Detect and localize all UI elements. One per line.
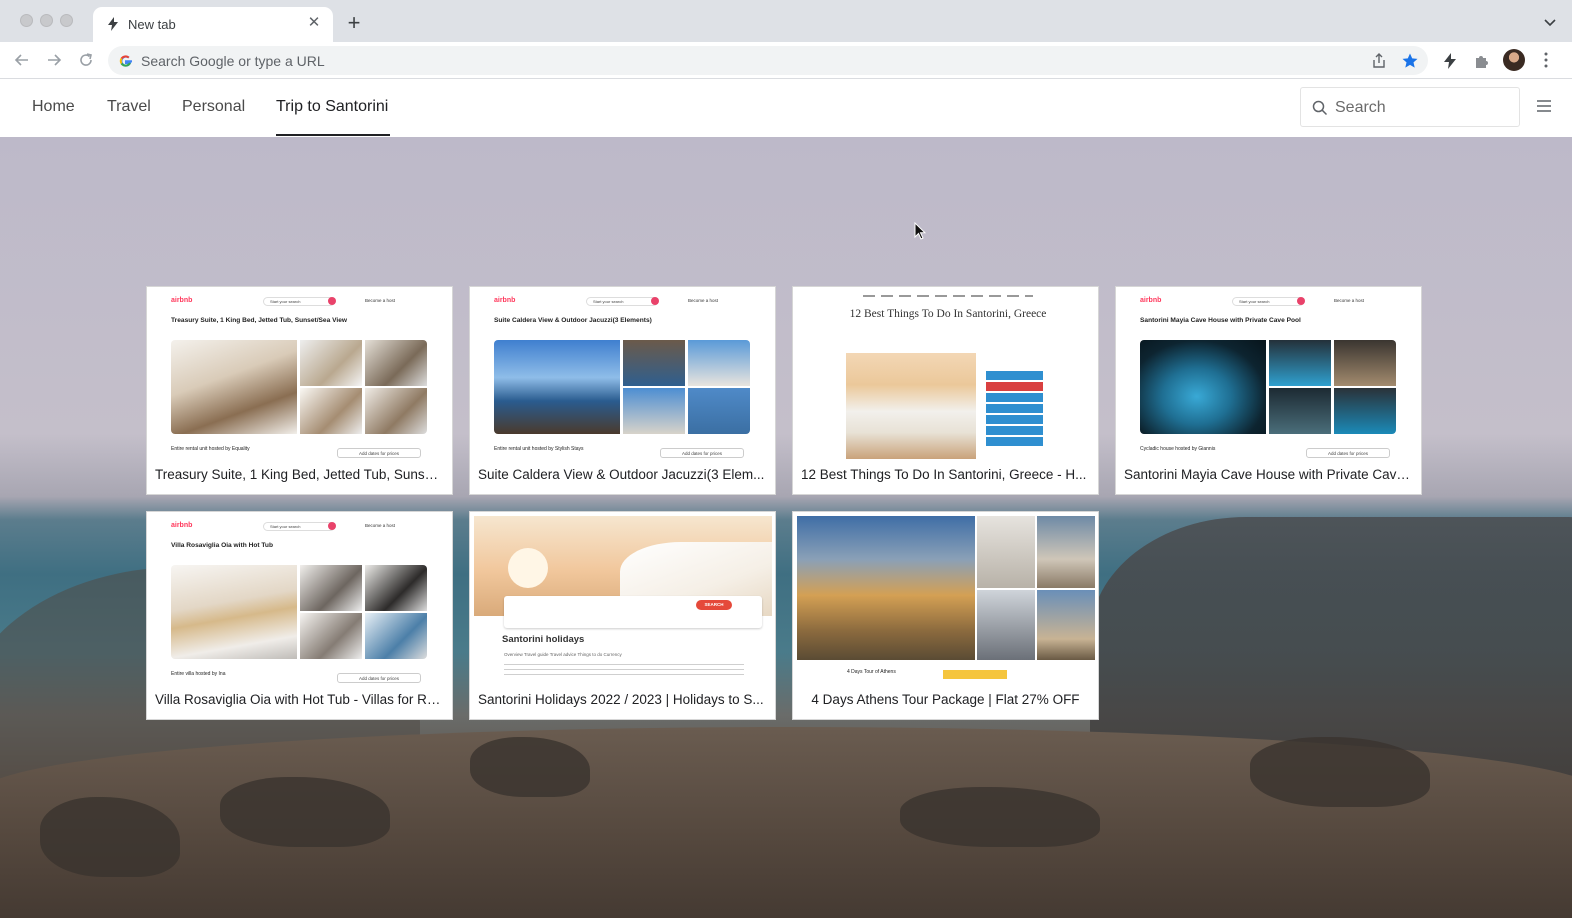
back-arrow-icon[interactable]	[12, 50, 32, 70]
bookmark-card[interactable]: SEARCH Santorini holidays Overview Trave…	[469, 511, 776, 720]
thumb-search: Start your search	[263, 297, 335, 306]
bolt-icon	[108, 17, 118, 31]
thumb-listing-title: Santorini Mayia Cave House with Private …	[1140, 317, 1301, 324]
thumb-search: Start your search	[263, 522, 335, 531]
search-icon	[1312, 100, 1328, 116]
thumb-logo: airbnb	[494, 297, 516, 304]
card-title: 4 Days Athens Tour Package | Flat 27% OF…	[811, 692, 1080, 707]
thumb-logo: airbnb	[171, 297, 193, 304]
page-thumbnail: airbnb Start your search Become a host V…	[147, 512, 452, 684]
thumb-search: Start your search	[1232, 297, 1304, 306]
card-title: 12 Best Things To Do In Santorini, Greec…	[801, 467, 1087, 482]
mouse-cursor-icon	[914, 222, 926, 240]
active-tab-underline	[276, 134, 390, 136]
reload-icon[interactable]	[76, 50, 96, 70]
thumb-price-button: Add dates for prices	[337, 673, 421, 683]
address-bar-placeholder: Search Google or type a URL	[141, 53, 325, 69]
forward-arrow-icon[interactable]	[44, 50, 64, 70]
bookmark-card[interactable]: 12 Best Things To Do In Santorini, Greec…	[792, 286, 1099, 495]
thumb-host-line: Cycladic house hosted by Giannis	[1140, 446, 1216, 452]
thumb-price-button: Add dates for prices	[337, 448, 421, 458]
thumb-tabs: Overview Travel guide Travel advice Thin…	[504, 652, 622, 657]
address-bar[interactable]: Search Google or type a URL	[108, 46, 1428, 75]
close-window-button[interactable]	[20, 14, 33, 27]
card-title: Santorini Mayia Cave House with Private …	[1124, 467, 1413, 482]
plus-icon[interactable]: +	[342, 12, 366, 36]
bolt-icon[interactable]	[1441, 52, 1459, 70]
thumb-host-link: Become a host	[365, 523, 396, 528]
thumb-logo: airbnb	[171, 522, 193, 529]
thumb-listing-title: Treasury Suite, 1 King Bed, Jetted Tub, …	[171, 317, 348, 324]
share-icon[interactable]	[1370, 52, 1388, 70]
bookmark-card[interactable]: airbnb Start your search Become a host S…	[1115, 286, 1422, 495]
bookmark-card[interactable]: airbnb Start your search Become a host S…	[469, 286, 776, 495]
card-title: Villa Rosaviglia Oia with Hot Tub - Vill…	[155, 692, 444, 707]
search-placeholder: Search	[1335, 99, 1386, 116]
tab-strip: New tab ✕ +	[0, 0, 1572, 42]
bookmark-card[interactable]: 4 Days Tour of Athens 4 Days Athens Tour…	[792, 511, 1099, 720]
card-title: Santorini Holidays 2022 / 2023 | Holiday…	[478, 692, 764, 707]
hamburger-icon[interactable]	[1536, 99, 1552, 113]
thumb-price-tag	[943, 670, 1007, 679]
zoom-window-button[interactable]	[60, 14, 73, 27]
chevron-down-icon[interactable]	[1542, 14, 1558, 30]
thumb-heading: 12 Best Things To Do In Santorini, Greec…	[849, 308, 1047, 320]
nav-link-home[interactable]: Home	[32, 98, 75, 116]
browser-toolbar: Search Google or type a URL	[0, 42, 1572, 79]
bookmark-card[interactable]: airbnb Start your search Become a host V…	[146, 511, 453, 720]
thumb-host-line: Entire rental unit hosted by Equality	[171, 446, 250, 452]
minimize-window-button[interactable]	[40, 14, 53, 27]
page-thumbnail: airbnb Start your search Become a host T…	[147, 287, 452, 459]
nav-link-personal[interactable]: Personal	[182, 98, 245, 116]
close-icon[interactable]: ✕	[305, 14, 323, 32]
thumb-listing-title: Suite Caldera View & Outdoor Jacuzzi(3 E…	[494, 317, 652, 324]
thumb-host-link: Become a host	[365, 298, 396, 303]
thumb-search-button: SEARCH	[696, 600, 732, 610]
extensions-icon[interactable]	[1473, 52, 1491, 70]
thumb-search: Start your search	[586, 297, 658, 306]
kebab-menu-icon[interactable]	[1538, 51, 1554, 69]
thumb-price-button: Add dates for prices	[660, 448, 744, 458]
thumb-listing-title: Villa Rosaviglia Oia with Hot Tub	[171, 542, 273, 549]
tab-title: New tab	[128, 17, 176, 32]
star-icon[interactable]	[1401, 52, 1419, 70]
page-thumbnail: airbnb Start your search Become a host S…	[1116, 287, 1421, 459]
page-thumbnail: 12 Best Things To Do In Santorini, Greec…	[793, 287, 1098, 459]
avatar[interactable]	[1503, 49, 1525, 71]
thumb-host-link: Become a host	[688, 298, 719, 303]
card-title: Treasury Suite, 1 King Bed, Jetted Tub, …	[155, 467, 444, 482]
thumb-host-link: Become a host	[1334, 298, 1365, 303]
thumb-host-line: Entire rental unit hosted by Stylish Sta…	[494, 446, 584, 452]
bookmark-card[interactable]: airbnb Start your search Become a host T…	[146, 286, 453, 495]
thumb-host-line: Entire villa hosted by Ina	[171, 671, 226, 677]
search-input[interactable]: Search	[1300, 87, 1520, 127]
page-thumbnail: SEARCH Santorini holidays Overview Trave…	[470, 512, 775, 684]
page-nav: Home Travel Personal Trip to Santorini S…	[0, 79, 1572, 137]
google-icon	[119, 55, 132, 67]
card-title: Suite Caldera View & Outdoor Jacuzzi(3 E…	[478, 467, 765, 482]
thumb-heading: Santorini holidays	[502, 634, 585, 645]
page-thumbnail: 4 Days Tour of Athens	[793, 512, 1098, 684]
thumb-logo: airbnb	[1140, 297, 1162, 304]
thumb-label: 4 Days Tour of Athens	[847, 669, 896, 675]
browser-tab[interactable]: New tab ✕	[93, 7, 333, 42]
page-thumbnail: airbnb Start your search Become a host S…	[470, 287, 775, 459]
nav-link-trip-to-santorini[interactable]: Trip to Santorini	[276, 98, 388, 116]
nav-link-travel[interactable]: Travel	[107, 98, 151, 116]
thumb-price-button: Add dates for prices	[1306, 448, 1390, 458]
